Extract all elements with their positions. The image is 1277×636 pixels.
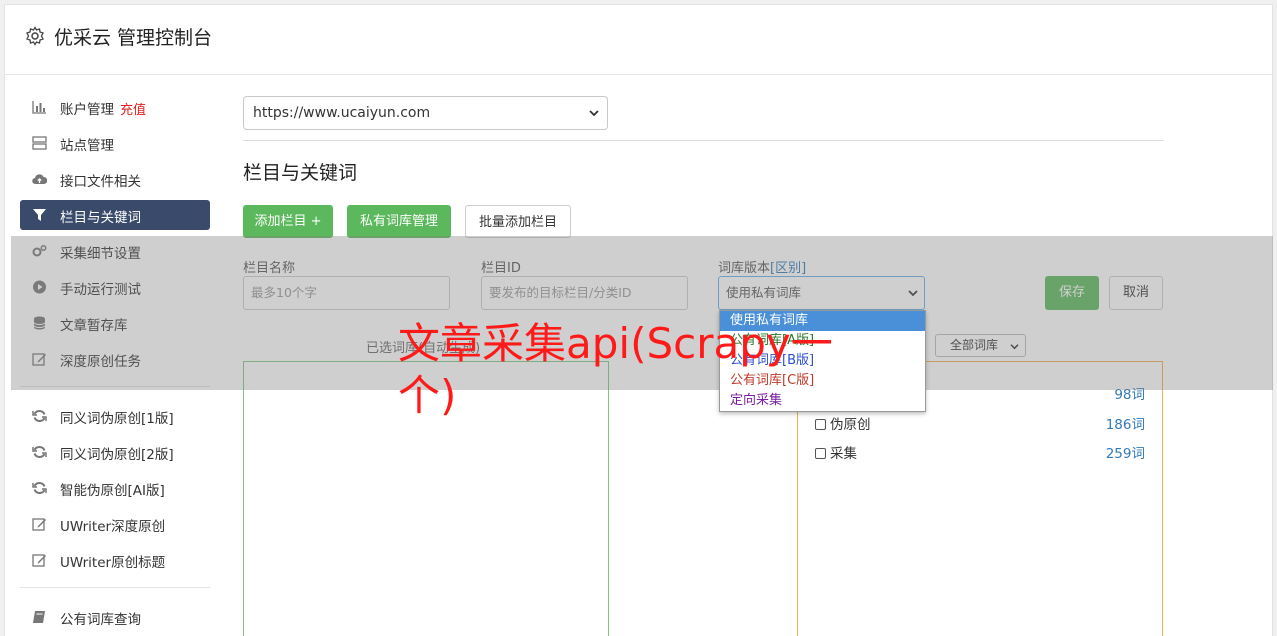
sidebar-item-label: UWriter深度原创 [60,519,166,535]
header: 优采云 管理控制台 [5,5,1272,75]
sidebar-divider [20,587,210,588]
watermark-text: 文章采集api(Scrapy一个) [398,319,833,420]
sidebar-item-label: 同义词伪原创[2版] [60,447,174,463]
page-title: 栏目与关键词 [243,162,358,184]
sidebar-item-label: 智能伪原创[AI版] [60,483,165,499]
sidebar-item-label: 接口文件相关 [60,174,141,190]
site-select-value: https://www.ucaiyun.com [253,105,431,121]
server-icon [32,136,47,150]
add-column-button[interactable]: 添加栏目 + [243,205,333,238]
cloud-upload-icon [32,174,47,185]
sidebar-item-interface-files[interactable]: 接口文件相关 [20,164,210,194]
book-icon [33,611,45,623]
app-title: 优采云 管理控制台 [54,27,213,49]
sidebar-item-synonym-v1[interactable]: 同义词伪原创[1版] [20,401,210,431]
sidebar-item-sites[interactable]: 站点管理 [20,128,210,158]
bar-chart-icon [32,101,46,114]
sidebar-item-uwriter-title[interactable]: UWriter原创标题 [20,545,210,575]
sidebar-item-account[interactable]: 账户管理 充值 [20,92,210,122]
refresh-icon [32,482,47,494]
filter-icon [33,209,46,221]
sidebar-item-label: UWriter原创标题 [60,555,166,571]
lib-count: 186词 [1105,417,1145,433]
sidebar-item-label: 同义词伪原创[1版] [60,411,174,427]
sidebar-item-uwriter-deep[interactable]: UWriter深度原创 [20,509,210,539]
list-item[interactable]: 采集 259词 [815,442,1145,462]
batch-add-button[interactable]: 批量添加栏目 [465,205,571,238]
sidebar-item-synonym-v2[interactable]: 同义词伪原创[2版] [20,437,210,467]
sidebar-item-label: 账户管理 [60,102,114,118]
sidebar-item-public-lib-query[interactable]: 公有词库查询 [20,602,210,632]
refresh-icon [32,410,47,422]
refresh-icon [32,446,47,458]
private-lib-button[interactable]: 私有词库管理 [347,205,451,238]
chevron-down-icon [589,110,599,117]
site-select[interactable]: https://www.ucaiyun.com [243,96,608,130]
sidebar-item-columns-keywords[interactable]: 栏目与关键词 [20,200,210,230]
sidebar-item-ai-rewrite[interactable]: 智能伪原创[AI版] [20,473,210,503]
edit-icon [32,518,46,531]
lib-checkbox[interactable] [815,448,826,459]
section-divider [243,140,1164,141]
sidebar-item-label: 公有词库查询 [60,612,141,628]
lib-count: 259词 [1105,446,1145,462]
gear-icon [26,26,44,46]
recharge-link[interactable]: 充值 [120,103,146,118]
lib-name: 采集 [830,446,857,462]
edit-icon [32,554,46,567]
sidebar-item-label: 站点管理 [60,138,114,154]
sidebar-item-label: 栏目与关键词 [60,210,141,226]
